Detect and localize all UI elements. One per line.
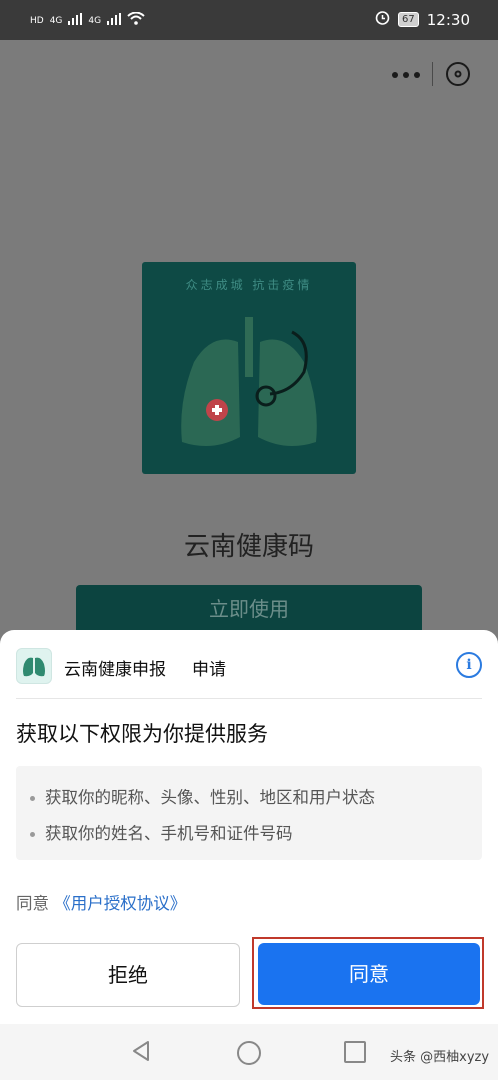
user-authorization-agreement-link[interactable]: 《用户授权协议》	[54, 894, 186, 913]
status-right: 67 12:30	[375, 10, 470, 29]
signal-4g-icon: 4G	[49, 15, 63, 26]
signal-bars-icon	[68, 12, 83, 29]
system-nav-bar: 头条 @西柚xyzy	[0, 1024, 498, 1080]
wifi-icon	[127, 11, 145, 29]
request-label: 申请	[192, 660, 226, 680]
back-icon[interactable]	[130, 1040, 152, 1066]
agreement-line: 同意 《用户授权协议》	[16, 890, 186, 914]
permission-item-text: 获取你的姓名、手机号和证件号码	[45, 824, 293, 843]
authorization-sheet: 云南健康申报 申请 i 获取以下权限为你提供服务 获取你的昵称、头像、性别、地区…	[0, 630, 498, 1024]
alarm-icon	[375, 10, 390, 29]
clock: 12:30	[426, 10, 470, 29]
recent-apps-icon[interactable]	[344, 1041, 366, 1063]
signal-bars-icon	[107, 12, 122, 29]
status-bar: HD 4G 4G 67 12:30	[0, 0, 498, 40]
bullet-icon	[30, 832, 35, 837]
info-icon[interactable]: i	[456, 652, 482, 678]
sheet-header: 云南健康申报 申请 i	[16, 648, 482, 688]
app-name: 云南健康申报	[64, 660, 166, 680]
page-title: 云南健康码	[183, 532, 314, 562]
status-indicators: HD 4G 4G	[30, 11, 145, 29]
divider	[16, 698, 482, 699]
permission-item: 获取你的昵称、头像、性别、地区和用户状态	[30, 784, 375, 808]
permission-title: 获取以下权限为你提供服务	[16, 722, 268, 746]
capsule-divider	[432, 62, 433, 86]
permission-list: 获取你的昵称、头像、性别、地区和用户状态 获取你的姓名、手机号和证件号码	[16, 766, 482, 860]
use-now-button[interactable]: 立即使用	[76, 585, 422, 635]
bullet-icon	[30, 796, 35, 801]
agreement-prefix: 同意	[16, 894, 49, 913]
hd-indicator: HD	[30, 15, 44, 26]
lungs-stethoscope-illustration	[181, 317, 317, 446]
app-logo-icon	[16, 648, 52, 684]
signal-4g-icon: 4G	[88, 15, 102, 26]
home-icon[interactable]	[237, 1041, 261, 1065]
agree-button[interactable]: 同意	[258, 943, 480, 1005]
hero-image: 众志成城 抗击疫情	[142, 262, 356, 474]
more-options-button[interactable]	[388, 60, 424, 90]
permission-item: 获取你的姓名、手机号和证件号码	[30, 820, 293, 844]
watermark: 头条 @西柚xyzy	[390, 1050, 490, 1065]
battery-indicator: 67	[398, 12, 419, 27]
close-icon[interactable]	[446, 62, 470, 86]
reject-button[interactable]: 拒绝	[16, 943, 240, 1007]
permission-item-text: 获取你的昵称、头像、性别、地区和用户状态	[45, 788, 375, 807]
